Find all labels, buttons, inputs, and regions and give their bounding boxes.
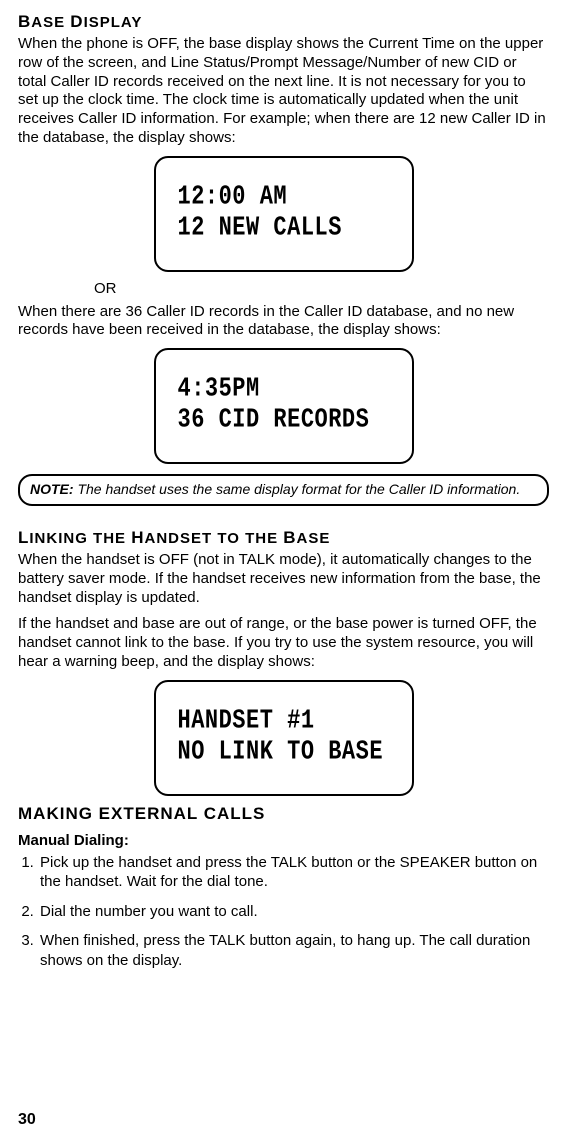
para-base-display: When the phone is OFF, the base display … xyxy=(18,35,549,148)
note-lead: NOTE: xyxy=(30,481,74,497)
lcd-line: 36 CID RECORDS xyxy=(178,405,412,435)
para-linking-1: When the handset is OFF (not in TALK mod… xyxy=(18,551,549,607)
steps-list: Pick up the handset and press the TALK b… xyxy=(18,853,549,971)
subhead-manual-dialing: Manual Dialing: xyxy=(18,832,549,849)
heading-base-display: BASE DISPLAY xyxy=(18,12,549,32)
heading-linking-handset: LINKING THE HANDSET TO THE BASE xyxy=(18,528,549,548)
page-number: 30 xyxy=(18,1111,36,1129)
lcd-example-new-calls: 12:00 AM 12 NEW CALLS xyxy=(154,156,414,272)
para-linking-2: If the handset and base are out of range… xyxy=(18,615,549,671)
lcd-example-cid-records: 4:35PM 36 CID RECORDS xyxy=(154,348,414,464)
lcd-line: 4:35PM xyxy=(178,374,412,404)
lcd-line: 12:00 AM xyxy=(178,182,412,212)
lcd-example-no-link: HANDSET #1 NO LINK TO BASE xyxy=(154,680,414,796)
list-item: When finished, press the TALK button aga… xyxy=(38,931,549,970)
para-cid-records: When there are 36 Caller ID records in t… xyxy=(18,303,549,341)
note-text: The handset uses the same display format… xyxy=(74,481,521,497)
or-separator: OR xyxy=(94,280,549,297)
lcd-line: NO LINK TO BASE xyxy=(178,737,412,767)
heading-making-calls: MAKING EXTERNAL CALLS xyxy=(18,804,549,824)
list-item: Pick up the handset and press the TALK b… xyxy=(38,853,549,892)
lcd-line: 12 NEW CALLS xyxy=(178,213,412,243)
list-item: Dial the number you want to call. xyxy=(38,902,549,922)
lcd-line: HANDSET #1 xyxy=(178,706,412,736)
note-box: NOTE: The handset uses the same display … xyxy=(18,474,549,506)
